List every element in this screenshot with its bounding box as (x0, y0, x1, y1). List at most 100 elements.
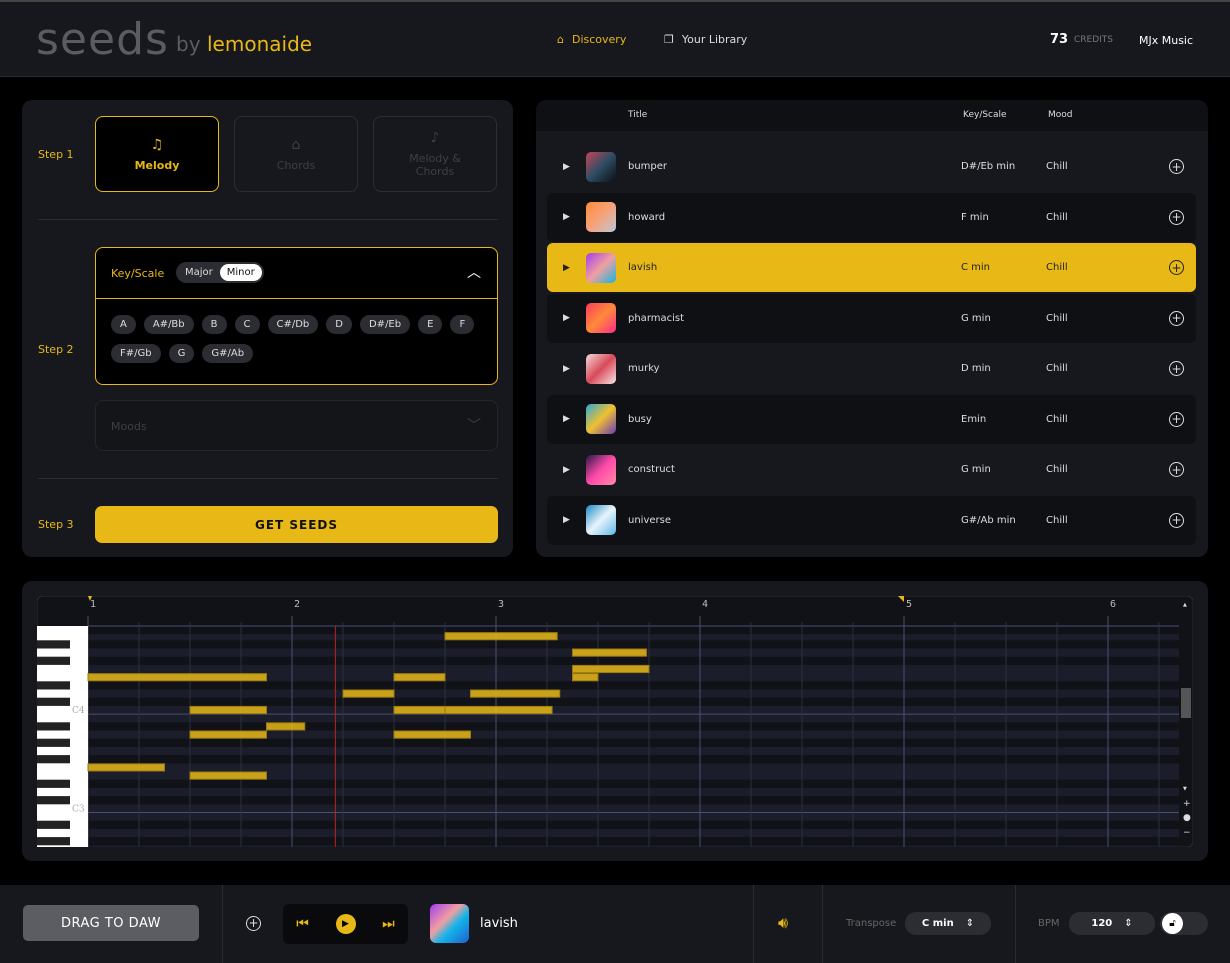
play-icon[interactable]: ▶ (335, 914, 356, 934)
key-chip[interactable]: B (201, 315, 227, 334)
bpm-lock-toggle[interactable]: 🔓︎ (1160, 912, 1208, 935)
key-chip[interactable]: D (326, 315, 352, 334)
nav-discovery[interactable]: ⌂ Discovery (557, 33, 626, 46)
add-icon[interactable]: + (1169, 260, 1184, 275)
track-mood: Chill (1046, 363, 1068, 374)
track-row[interactable]: ▶ universe G#/Ab min Chill + (547, 495, 1196, 545)
skip-forward-icon[interactable]: ⏭ (382, 916, 395, 932)
divider (822, 885, 823, 963)
key-chip[interactable]: G (168, 344, 195, 363)
track-key: D#/Eb min (961, 161, 1016, 172)
key-chip[interactable]: G#/Ab (202, 344, 254, 363)
midi-note (342, 689, 395, 698)
zoom-in-icon[interactable]: + (1183, 799, 1191, 809)
transpose-label: Transpose (846, 918, 897, 929)
play-icon[interactable]: ▶ (563, 465, 570, 475)
volume-icon[interactable]: 🔊︎ (778, 913, 788, 933)
add-icon[interactable]: + (1169, 411, 1184, 427)
bar-number: 6 (1110, 599, 1116, 610)
lock-icon: 🔓︎ (1162, 913, 1183, 934)
key-chip[interactable]: C (234, 315, 260, 334)
scale-toggle[interactable]: Major Minor (176, 262, 264, 283)
drag-to-daw-button[interactable]: DRAG TO DAW (23, 905, 199, 941)
scroll-down-icon[interactable]: ▼ (1183, 786, 1187, 792)
piano-roll[interactable]: 1 2 3 4 5 6 C4 C3 ▲ ▼ + ● − (37, 596, 1193, 847)
user-menu[interactable]: MJx Music (1139, 34, 1193, 47)
track-row[interactable]: ▶ construct G min Chill + (547, 445, 1196, 494)
track-row[interactable]: ▶ busy Emin Chill + (547, 394, 1196, 444)
bpm-value: 120 (1091, 918, 1113, 929)
black-key (37, 640, 70, 649)
key-list: A A#/Bb B C C#/Db D D#/Eb E F F#/Gb G G#/Ab (111, 315, 491, 373)
track-row[interactable]: ▶ pharmacist G min Chill + (547, 293, 1196, 343)
track-key: Emin (961, 413, 987, 425)
play-icon[interactable]: ▶ (563, 212, 570, 222)
home-icon: ⌂ (557, 33, 564, 46)
zoom-out-icon[interactable]: − (1183, 828, 1191, 838)
mode-selector: ♫ Melody ⌂ Chords ♪ Melody & Chords (95, 116, 497, 192)
mode-melody-chords[interactable]: ♪ Melody & Chords (373, 116, 497, 192)
add-icon[interactable]: + (1169, 512, 1184, 528)
pitch-row (88, 812, 1179, 821)
key-chip[interactable]: A#/Bb (143, 315, 194, 334)
add-icon[interactable]: + (1169, 159, 1184, 174)
chevron-up-icon[interactable]: ︿ (467, 262, 481, 282)
pitch-row (88, 779, 1179, 788)
key-chip[interactable]: E (418, 315, 443, 334)
track-row[interactable]: ▶ bumper D#/Eb min Chill + (547, 142, 1196, 191)
octave-label: C3 (72, 804, 85, 814)
transpose-select[interactable]: C min ⇕ (905, 912, 991, 935)
vertical-scrollbar[interactable] (1181, 688, 1191, 718)
play-icon[interactable]: ▶ (563, 263, 570, 273)
pitch-row (88, 787, 1179, 797)
add-icon[interactable]: + (1169, 462, 1184, 477)
add-icon[interactable]: + (1169, 361, 1184, 376)
step-2-label: Step 2 (38, 343, 74, 356)
add-icon[interactable]: + (1169, 209, 1184, 225)
key-chip[interactable]: F#/Gb (111, 344, 161, 363)
pitch-row (88, 697, 1179, 706)
mode-melody[interactable]: ♫ Melody (95, 116, 219, 192)
zoom-slider[interactable]: ● (1183, 813, 1191, 823)
key-chip[interactable]: D#/Eb (359, 315, 411, 334)
track-row[interactable]: ▶ murky D min Chill + (547, 344, 1196, 393)
play-icon[interactable]: ▶ (563, 414, 570, 424)
logo[interactable]: seeds (36, 14, 169, 65)
track-key: G min (961, 464, 991, 475)
key-chip[interactable]: C#/Db (267, 315, 319, 334)
key-chip[interactable]: F (450, 315, 475, 334)
play-icon[interactable]: ▶ (563, 515, 570, 525)
pitch-row (88, 763, 1179, 772)
mode-chords[interactable]: ⌂ Chords (234, 116, 358, 192)
track-mood: Chill (1046, 514, 1068, 526)
pitch-row (88, 828, 1179, 838)
track-row[interactable]: ▶ lavish C min Chill + (547, 243, 1196, 292)
skip-back-icon[interactable]: ⏮ (296, 916, 309, 932)
add-icon[interactable]: + (1169, 310, 1184, 326)
midi-note (470, 689, 561, 698)
nav-your-library[interactable]: ❐ Your Library (664, 33, 747, 46)
key-chip[interactable]: A (111, 315, 136, 334)
moods-dropdown[interactable]: Moods ﹀ (95, 400, 498, 451)
black-key (37, 755, 70, 764)
piano-notes-icon: ♪ (430, 130, 440, 146)
track-artwork (586, 252, 616, 283)
black-key (37, 837, 70, 846)
bpm-input[interactable]: 120 ⇕ (1069, 912, 1155, 935)
track-artwork (586, 151, 616, 182)
scale-major[interactable]: Major (178, 264, 220, 281)
track-row[interactable]: ▶ howard F min Chill + (547, 192, 1196, 242)
get-seeds-button[interactable]: GET SEEDS (95, 506, 498, 543)
scroll-up-icon[interactable]: ▲ (1183, 602, 1187, 608)
add-to-library-icon[interactable]: + (246, 916, 261, 931)
scale-minor[interactable]: Minor (219, 264, 262, 281)
play-icon[interactable]: ▶ (563, 313, 570, 323)
step-3-label: Step 3 (38, 518, 74, 531)
play-icon[interactable]: ▶ (563, 162, 570, 172)
black-key (37, 738, 70, 747)
play-icon[interactable]: ▶ (563, 364, 570, 374)
track-key: G#/Ab min (961, 514, 1016, 526)
midi-note (444, 632, 558, 641)
pitch-row (88, 722, 1179, 731)
divider (38, 219, 498, 220)
